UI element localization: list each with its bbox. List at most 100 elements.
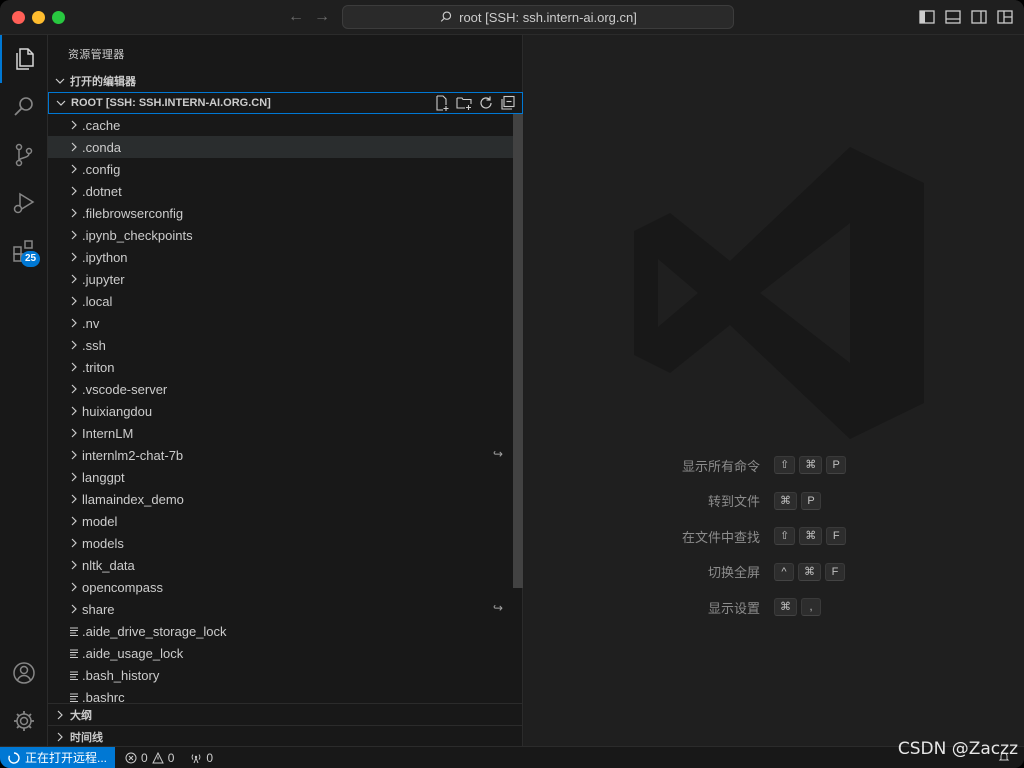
activity-extensions[interactable] (0, 227, 48, 275)
tree-folder-item[interactable]: models (48, 532, 523, 554)
warning-count: 0 (167, 750, 175, 765)
tree-folder-item[interactable]: .ssh (48, 334, 523, 356)
forward-arrow-icon[interactable]: → (312, 7, 332, 27)
tree-item-label: .ssh (82, 337, 106, 353)
tree-folder-item[interactable]: nltk_data (48, 554, 523, 576)
keycap: P (826, 456, 847, 474)
tree-folder-item[interactable]: .cache (48, 114, 523, 136)
chevron-right-icon (66, 579, 82, 595)
remote-indicator[interactable]: 正在打开远程... (0, 746, 116, 768)
tree-folder-item[interactable]: huixiangdou (48, 400, 523, 422)
tree-file-item[interactable]: .aide_usage_lock (48, 642, 523, 664)
keycap: ⌘ (774, 598, 797, 616)
collapse-all-icon[interactable] (500, 95, 516, 111)
command-center-text: root [SSH: ssh.intern-ai.org.cn] (459, 9, 637, 25)
refresh-icon[interactable] (478, 95, 494, 111)
activity-accounts[interactable] (0, 649, 48, 697)
tree-folder-item[interactable]: internlm2-chat-7b ↪ (48, 444, 523, 466)
chevron-right-icon (66, 205, 82, 221)
tree-folder-item[interactable]: .vscode-server (48, 378, 523, 400)
chevron-right-icon (52, 707, 68, 723)
back-arrow-icon[interactable]: ← (286, 7, 306, 27)
toggle-panel-icon[interactable] (944, 8, 962, 26)
minimize-window-button[interactable] (32, 11, 45, 24)
chevron-right-icon (66, 359, 82, 375)
tree-file-item[interactable]: .aide_drive_storage_lock (48, 620, 523, 642)
command-center-search[interactable]: root [SSH: ssh.intern-ai.org.cn] (342, 5, 734, 29)
tree-folder-item[interactable]: llamaindex_demo (48, 488, 523, 510)
shortcut-keys: ^ ⌘ F (774, 562, 845, 581)
tree-item-label: .ipython (82, 249, 128, 265)
tree-folder-item[interactable]: .jupyter (48, 268, 523, 290)
keycap: F (825, 562, 845, 581)
problems-indicator[interactable]: 0 0 (125, 751, 174, 765)
tree-folder-item[interactable]: model (48, 510, 523, 532)
tree-file-item[interactable]: .bashrc (48, 686, 523, 703)
editor-area: 显示所有命令 ⇧ ⌘ P 转到文件 ⌘ P 在文件中查找 ⇧ ⌘ F 切换全屏 ^ ⌘ F 显示设置 ⌘, (524, 35, 1024, 746)
shortcut-row[interactable]: 转到文件 ⌘ P (524, 491, 821, 511)
status-bar: 正在打开远程... 0 0 0 CSDN @Zaczz (0, 739, 1024, 768)
chevron-right-icon (66, 337, 82, 353)
tree-folder-item[interactable]: .filebrowserconfig (48, 202, 523, 224)
remote-label: 正在打开远程... (25, 751, 108, 765)
symlink-arrow-icon: ↪ (493, 601, 504, 615)
ports-indicator[interactable]: 0 (190, 751, 213, 765)
tree-folder-item[interactable]: .conda (48, 136, 523, 158)
activity-manage[interactable] (0, 697, 48, 745)
file-lines-icon (66, 623, 82, 639)
shortcut-keys: ⌘ P (774, 491, 821, 510)
tree-folder-item[interactable]: langgpt (48, 466, 523, 488)
chevron-right-icon (66, 183, 82, 199)
tree-folder-item[interactable]: .triton (48, 356, 523, 378)
tree-folder-item[interactable]: .ipython (48, 246, 523, 268)
chevron-right-icon (66, 315, 82, 331)
activity-explorer[interactable] (0, 35, 48, 83)
vscode-logo-icon (634, 147, 924, 439)
tree-folder-item[interactable]: share ↪ (48, 598, 523, 620)
outline-section[interactable]: 大纲 (48, 703, 523, 725)
open-editors-section[interactable]: 打开的编辑器 (48, 70, 523, 92)
tree-folder-item[interactable]: .nv (48, 312, 523, 334)
error-count: 0 (141, 750, 148, 765)
close-window-button[interactable] (12, 11, 25, 24)
new-file-icon[interactable] (434, 95, 450, 111)
tree-folder-item[interactable]: .config (48, 158, 523, 180)
timeline-section[interactable]: 时间线 (48, 725, 523, 747)
toggle-primary-sidebar-icon[interactable] (918, 8, 936, 26)
shortcut-row[interactable]: 切换全屏 ^ ⌘ F (524, 562, 845, 582)
title-bar: ← → root [SSH: ssh.intern-ai.org.cn] (0, 0, 1024, 35)
extensions-badge: 25 (21, 251, 41, 267)
shortcut-row[interactable]: 在文件中查找 ⇧ ⌘ F (524, 526, 847, 546)
broadcast-icon (192, 753, 201, 763)
new-folder-icon[interactable] (456, 95, 472, 111)
activity-source-control[interactable] (0, 131, 48, 179)
root-folder-section[interactable]: ROOT [SSH: SSH.INTERN-AI.ORG.CN] (48, 92, 523, 114)
chevron-right-icon (66, 139, 82, 155)
shortcut-keys: ⇧ ⌘ F (774, 527, 847, 545)
activity-run-debug[interactable] (0, 179, 48, 227)
maximize-window-button[interactable] (52, 11, 65, 24)
chevron-right-icon (66, 117, 82, 133)
keycap: ^ (774, 562, 794, 581)
chevron-right-icon (66, 381, 82, 397)
keycap: P (801, 491, 821, 510)
tree-folder-item[interactable]: .local (48, 290, 523, 312)
tree-file-item[interactable]: .bash_history (48, 664, 523, 686)
tree-folder-item[interactable]: InternLM (48, 422, 523, 444)
tree-item-label: .conda (82, 139, 122, 155)
chevron-right-icon (66, 535, 82, 551)
chevron-right-icon (66, 161, 82, 177)
vscode-window: ← → root [SSH: ssh.intern-ai.org.cn] 25 … (0, 0, 1024, 768)
customize-layout-icon[interactable] (996, 8, 1014, 26)
shortcut-label: 显示所有命令 (681, 458, 760, 474)
tree-folder-item[interactable]: .ipynb_checkpoints (48, 224, 523, 246)
activity-search[interactable] (0, 83, 48, 131)
sidebar-scrollbar[interactable] (513, 114, 523, 588)
keycap: ⌘ (799, 456, 823, 474)
tree-item-label: .config (82, 161, 121, 177)
tree-folder-item[interactable]: opencompass (48, 576, 523, 598)
toggle-secondary-sidebar-icon[interactable] (970, 8, 988, 26)
shortcut-row[interactable]: 显示所有命令 ⇧ ⌘ P (524, 455, 847, 475)
shortcut-row[interactable]: 显示设置 ⌘, (524, 597, 821, 617)
tree-folder-item[interactable]: .dotnet (48, 180, 523, 202)
